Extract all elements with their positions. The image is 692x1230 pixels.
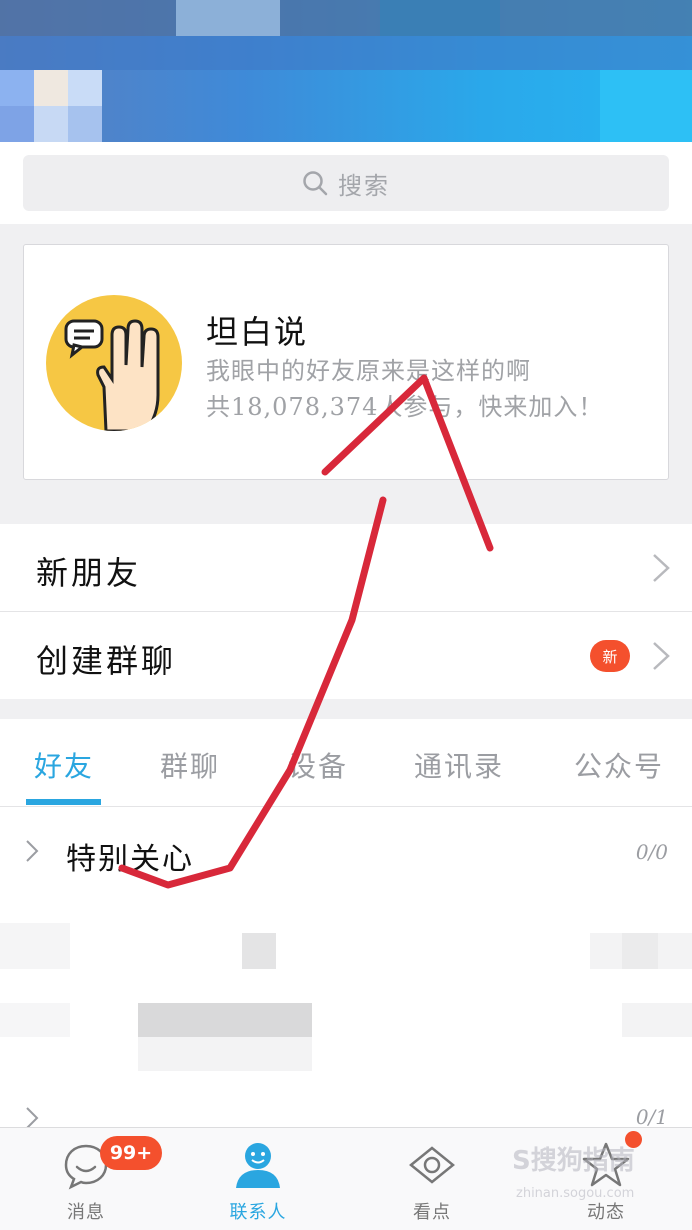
nav-discover-label: 看点	[413, 1202, 451, 1223]
pixelated-header	[0, 0, 692, 142]
create-group-label: 创建群聊	[36, 642, 177, 680]
group-row-collapsed[interactable]: 0/1	[0, 1093, 692, 1129]
message-count-badge: 99+	[100, 1136, 162, 1170]
nav-contacts-label: 联系人	[229, 1202, 287, 1223]
search-placeholder: 搜索	[338, 171, 390, 200]
eye-icon	[409, 1146, 455, 1184]
promo-title: 坦白说	[206, 313, 309, 351]
new-friends-label: 新朋友	[36, 554, 142, 592]
group-count: 0/0	[635, 840, 668, 864]
tab-devices[interactable]: 设备	[288, 745, 348, 785]
promo-subtitle-line2: 共18,078,374人参与，快来加入！	[206, 393, 604, 421]
raised-hand-icon	[46, 295, 182, 431]
blurred-contacts	[0, 893, 692, 1093]
group-name: 特别关心	[66, 842, 194, 877]
chevron-right-icon	[653, 554, 670, 582]
watermark-url: zhinan.sogou.com	[516, 1186, 635, 1201]
contact-tabs: 好友 群聊 设备 通讯录 公众号	[0, 719, 692, 807]
contact-person-icon	[236, 1143, 280, 1188]
section-divider	[0, 699, 692, 719]
chevron-right-icon	[653, 642, 670, 670]
tab-groups[interactable]: 群聊	[160, 745, 220, 785]
new-badge: 新	[590, 640, 630, 672]
new-friends-row[interactable]: 新朋友	[0, 524, 692, 612]
tab-official-accounts[interactable]: 公众号	[574, 745, 664, 785]
promo-card[interactable]: 坦白说 我眼中的好友原来是这样的啊 共18,078,374人参与，快来加入！	[23, 244, 669, 480]
group-row-special-care[interactable]: 特别关心 0/0	[0, 808, 692, 894]
nav-messages-label: 消息	[67, 1202, 105, 1223]
active-tab-indicator	[26, 799, 101, 805]
search-icon	[303, 171, 328, 196]
create-group-row[interactable]: 创建群聊	[0, 612, 692, 700]
promo-subtitle-line1: 我眼中的好友原来是这样的啊	[206, 357, 531, 385]
tab-friends[interactable]: 好友	[34, 745, 94, 785]
nav-contacts[interactable]: 联系人	[198, 1128, 318, 1230]
watermark: S搜狗指南	[512, 1146, 635, 1176]
nav-activity-label: 动态	[587, 1202, 625, 1223]
tab-address-book[interactable]: 通讯录	[414, 745, 504, 785]
group-count: 0/1	[635, 1105, 668, 1129]
chevron-right-icon	[26, 840, 39, 862]
nav-discover[interactable]: 看点	[372, 1128, 492, 1230]
promo-subtitle: 我眼中的好友原来是这样的啊 共18,078,374人参与，快来加入！	[206, 353, 603, 425]
search-bar[interactable]: 搜索	[23, 155, 669, 211]
